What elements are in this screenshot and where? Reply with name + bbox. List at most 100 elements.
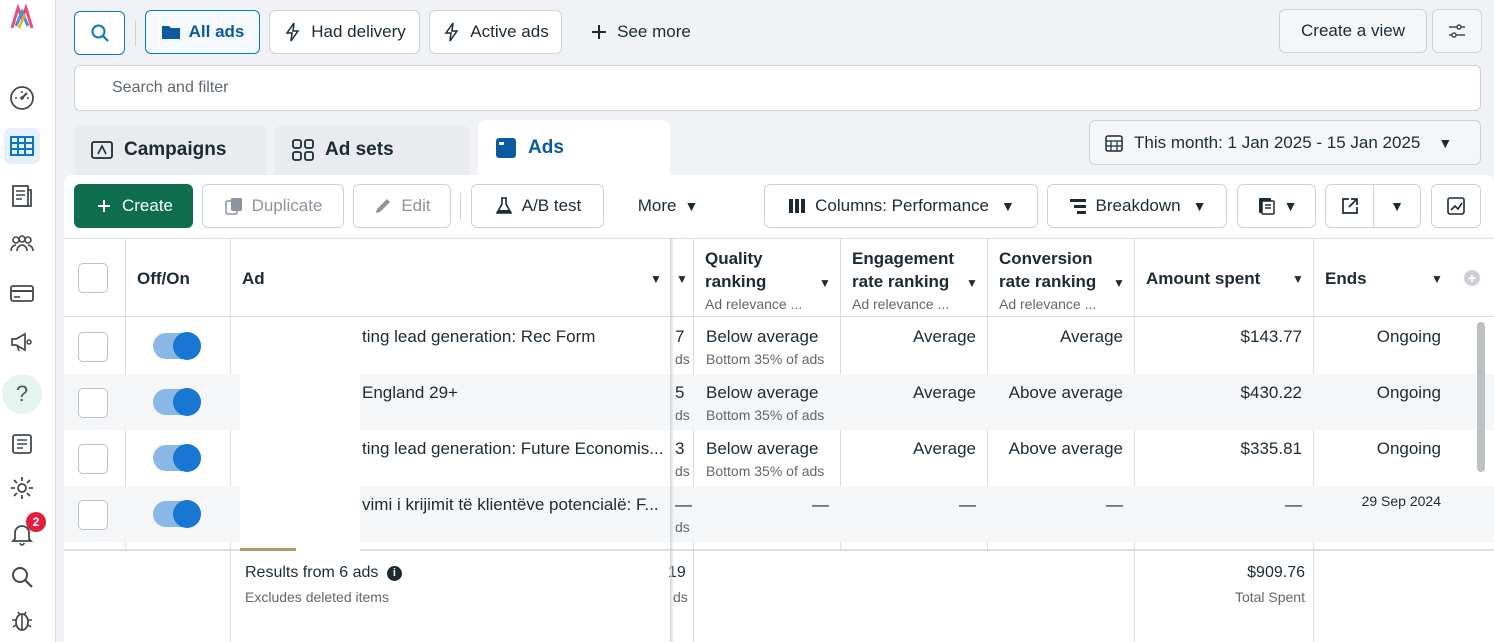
help-question-icon[interactable]: ?: [2, 374, 42, 414]
edit-button[interactable]: Edit: [353, 184, 451, 228]
create-view-button[interactable]: Create a view: [1279, 9, 1427, 53]
total-spent-value: $909.76: [1247, 564, 1305, 581]
quality-ranking-value: Below average: [706, 383, 819, 402]
divider: [460, 193, 461, 219]
table-header-row: Off/On Ad ▼ ▼ Quality ranking ▼ Ad releva…: [64, 238, 1494, 317]
search-icon[interactable]: [4, 559, 40, 595]
report-bug-icon[interactable]: [4, 602, 40, 638]
duplicate-button[interactable]: Duplicate: [202, 184, 344, 228]
header-quality-ranking[interactable]: Quality ranking ▼ Ad relevance ...: [693, 239, 840, 318]
export-icon: [1341, 198, 1358, 214]
ad-name-link[interactable]: ting lead generation: Rec Form: [362, 327, 595, 347]
ad-name-link[interactable]: ting lead generation: Future Economis...: [362, 439, 663, 459]
chevron-down-icon: ▼: [1000, 198, 1015, 214]
ads-window-icon: [496, 138, 516, 158]
view-active-ads-button[interactable]: Active ads: [429, 10, 562, 54]
tab-ads-label: Ads: [528, 137, 564, 158]
truncated-value: 7: [675, 327, 685, 346]
header-ad[interactable]: Ad ▼: [230, 239, 670, 318]
header-engagement-ranking[interactable]: Engagement rate ranking ▼ Ad relevance ..…: [840, 239, 987, 318]
ad-name-link[interactable]: England 29+: [362, 383, 458, 403]
view-all-ads-button[interactable]: All ads: [145, 10, 260, 54]
pages-icon[interactable]: [4, 178, 40, 214]
billing-card-icon[interactable]: [4, 275, 40, 311]
chevron-down-icon: ▼: [1283, 198, 1298, 214]
row-checkbox[interactable]: [78, 388, 108, 418]
conversion-ranking-cell: Above average: [1008, 383, 1123, 402]
search-filter-input[interactable]: Search and filter: [74, 65, 1481, 111]
header-ad-label: Ad: [242, 269, 265, 288]
results-summary: Results from 6 ads i: [245, 564, 402, 582]
frozen-column-shadow: [670, 238, 674, 642]
header-conversion-ranking[interactable]: Conversion rate ranking ▼ Ad relevance ..…: [987, 239, 1134, 318]
truncated-value: 5: [675, 383, 685, 402]
line-chart-icon: [1447, 197, 1465, 215]
ad-name-link[interactable]: vimi i krijimit të klientëve potencialë:…: [362, 495, 659, 515]
breakdown-label: Breakdown: [1095, 196, 1181, 215]
sort-caret-icon[interactable]: ▼: [1292, 272, 1304, 286]
lightning-icon: [285, 22, 300, 42]
ad-on-off-toggle[interactable]: [153, 500, 201, 528]
create-button[interactable]: Create: [74, 184, 193, 228]
view-all-ads-label: All ads: [188, 22, 245, 41]
row-checkbox[interactable]: [78, 332, 108, 362]
sort-caret-icon[interactable]: ▼: [1113, 276, 1125, 290]
advertise-megaphone-icon[interactable]: [4, 324, 40, 360]
ad-on-off-toggle[interactable]: [153, 388, 201, 416]
view-had-delivery-button[interactable]: Had delivery: [269, 10, 420, 54]
sort-caret-icon[interactable]: ▼: [966, 276, 978, 290]
tab-campaigns[interactable]: Campaigns: [74, 125, 266, 175]
ad-sets-grid-icon: [292, 139, 314, 161]
header-quality-sub: Ad relevance ...: [705, 296, 803, 312]
table-vertical-scrollbar[interactable]: [1477, 322, 1485, 472]
reports-button[interactable]: ▼: [1237, 184, 1316, 228]
tab-ad-sets[interactable]: Ad sets: [275, 125, 469, 175]
view-settings-button[interactable]: [1432, 9, 1482, 53]
breakdown-button[interactable]: Breakdown ▼: [1047, 184, 1227, 228]
header-ends[interactable]: Ends ▼: [1313, 239, 1453, 318]
settings-gear-icon[interactable]: [4, 470, 40, 506]
meta-logo-icon[interactable]: [8, 4, 36, 32]
search-toggle-button[interactable]: [74, 11, 125, 55]
search-filter-placeholder: Search and filter: [112, 79, 229, 96]
add-column-plus-icon[interactable]: +: [1464, 270, 1480, 286]
select-all-checkbox[interactable]: [78, 263, 108, 293]
charts-toggle-button[interactable]: [1431, 184, 1481, 228]
ad-on-off-toggle[interactable]: [153, 444, 201, 472]
header-amount-spent[interactable]: Amount spent ▼: [1134, 239, 1313, 318]
chevron-down-icon: ▼: [684, 198, 699, 214]
see-more-button[interactable]: See more: [578, 10, 702, 54]
chevron-down-icon: ▼: [1438, 134, 1453, 151]
resources-icon[interactable]: [4, 426, 40, 462]
date-range-picker[interactable]: This month: 1 Jan 2025 - 15 Jan 2025 ▼: [1089, 120, 1481, 165]
row-checkbox[interactable]: [78, 500, 108, 530]
sort-caret-icon[interactable]: ▼: [676, 272, 688, 286]
columns-selector-button[interactable]: Columns: Performance ▼: [764, 184, 1038, 228]
ads-manager-table-icon[interactable]: [4, 128, 40, 164]
tab-campaigns-label: Campaigns: [124, 139, 227, 160]
search-icon: [91, 24, 109, 42]
plus-icon: [592, 25, 607, 39]
create-label: Create: [121, 196, 174, 215]
tab-ads[interactable]: Ads: [478, 120, 670, 176]
dashboard-gauge-icon[interactable]: [4, 80, 40, 116]
export-dropdown-chevron-icon[interactable]: ▼: [1374, 185, 1420, 227]
table-footer-summary: Results from 6 ads i Excludes deleted it…: [64, 549, 1494, 642]
engagement-ranking-cell: Average: [912, 383, 976, 402]
sort-caret-icon[interactable]: ▼: [650, 272, 662, 286]
row-checkbox[interactable]: [78, 444, 108, 474]
quality-ranking-value: Below average: [706, 439, 819, 458]
more-menu-button[interactable]: More ▼: [618, 184, 718, 228]
redacted-thumbnails: [240, 318, 360, 551]
sort-caret-icon[interactable]: ▼: [819, 276, 831, 290]
ads-manager: ? 2 All ads Had delivery Active ads See …: [0, 0, 1494, 642]
truncated-sub: ds: [675, 463, 690, 479]
ab-test-button[interactable]: A/B test: [471, 184, 604, 228]
sort-caret-icon[interactable]: ▼: [1431, 272, 1443, 286]
ad-on-off-toggle[interactable]: [153, 332, 201, 360]
duplicate-icon: [224, 198, 242, 215]
info-icon[interactable]: i: [386, 566, 402, 581]
truncated-value: —: [675, 495, 692, 514]
export-button[interactable]: [1326, 185, 1374, 227]
audiences-people-icon[interactable]: [4, 226, 40, 262]
